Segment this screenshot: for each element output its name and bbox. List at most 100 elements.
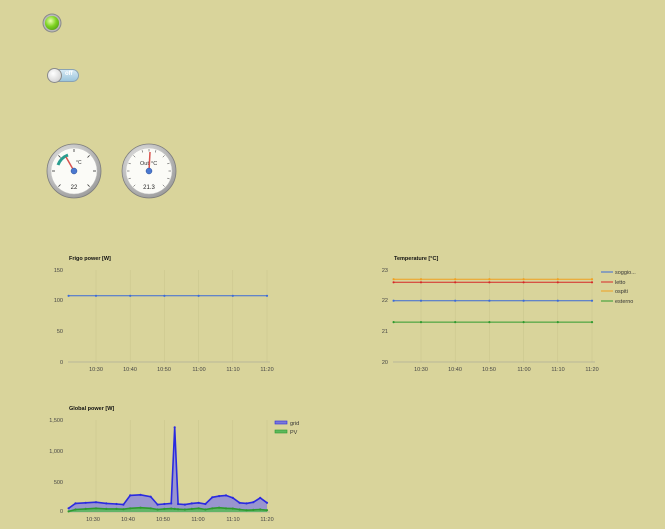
y-tick-label: 0 bbox=[60, 509, 63, 515]
data-point bbox=[211, 496, 214, 499]
y-tick-label: 23 bbox=[382, 268, 388, 274]
data-point bbox=[590, 299, 594, 302]
data-point bbox=[238, 508, 241, 511]
series-area bbox=[68, 427, 267, 512]
y-tick-label: 500 bbox=[54, 480, 63, 486]
data-point bbox=[84, 501, 87, 504]
legend: soggio... letto ospiti esterno bbox=[601, 270, 636, 305]
gauge-value: 21.3 bbox=[143, 185, 155, 191]
chart-title: Temperature [°C] bbox=[394, 256, 438, 262]
data-point bbox=[94, 507, 98, 510]
power-toggle-switch[interactable]: off bbox=[47, 68, 79, 83]
data-point bbox=[231, 507, 234, 510]
data-point bbox=[156, 503, 159, 506]
x-tick-label: 10:40 bbox=[123, 367, 137, 373]
y-axis-labels: 1,500 1,000 500 0 bbox=[49, 418, 63, 515]
data-point bbox=[419, 278, 423, 281]
data-point bbox=[522, 321, 525, 324]
data-point bbox=[488, 321, 491, 324]
data-point bbox=[204, 502, 207, 506]
data-point bbox=[224, 507, 228, 510]
y-axis-labels: 23 22 21 20 bbox=[382, 268, 388, 366]
data-point bbox=[67, 294, 70, 297]
data-point bbox=[224, 494, 228, 497]
y-tick-label: 100 bbox=[54, 298, 63, 304]
data-point bbox=[392, 281, 395, 284]
x-tick-label: 11:00 bbox=[192, 367, 205, 373]
y-tick-label: 150 bbox=[54, 268, 63, 274]
data-point bbox=[590, 278, 594, 281]
toggle-knob[interactable] bbox=[47, 68, 62, 83]
toggle-state-label: off bbox=[65, 71, 73, 77]
x-tick-label: 11:10 bbox=[226, 517, 239, 523]
x-tick-label: 11:20 bbox=[260, 517, 273, 523]
x-tick-label: 10:50 bbox=[156, 517, 170, 523]
data-point bbox=[156, 508, 159, 511]
x-tick-label: 10:40 bbox=[448, 367, 462, 373]
data-point bbox=[170, 502, 173, 505]
data-point bbox=[392, 278, 395, 281]
data-point bbox=[231, 294, 234, 297]
gauge-label: Out bbox=[140, 161, 149, 167]
data-point bbox=[454, 321, 457, 324]
data-point bbox=[590, 321, 594, 324]
data-point bbox=[115, 507, 118, 510]
data-point bbox=[170, 507, 173, 510]
legend-swatch bbox=[274, 420, 288, 425]
data-point bbox=[454, 278, 457, 281]
gauge-value: 22 bbox=[71, 185, 78, 191]
data-point bbox=[218, 495, 221, 498]
legend: grid PV bbox=[274, 420, 299, 436]
data-point bbox=[556, 321, 559, 324]
data-point bbox=[190, 502, 193, 505]
data-point bbox=[419, 299, 423, 302]
status-led bbox=[45, 16, 59, 30]
y-tick-label: 20 bbox=[382, 360, 388, 366]
data-point bbox=[419, 281, 423, 284]
x-tick-label: 11:00 bbox=[517, 367, 530, 373]
chart-title: Global power [W] bbox=[69, 406, 114, 412]
plot-area bbox=[67, 270, 270, 363]
data-point bbox=[231, 496, 234, 499]
data-point bbox=[105, 507, 108, 510]
data-point bbox=[204, 508, 207, 511]
data-point bbox=[177, 502, 180, 506]
data-point bbox=[522, 278, 525, 281]
temperature-chart: Temperature [°C] 23 22 21 20 10:30 10:40… bbox=[382, 256, 636, 373]
data-point bbox=[488, 281, 491, 284]
x-axis-labels: 10:30 10:40 10:50 11:00 11:10 11:20 bbox=[86, 517, 274, 523]
data-point bbox=[94, 501, 98, 504]
data-point bbox=[163, 294, 166, 297]
data-point bbox=[139, 506, 142, 509]
y-tick-label: 21 bbox=[382, 329, 388, 335]
x-tick-label: 10:50 bbox=[482, 367, 496, 373]
series-line bbox=[68, 427, 268, 509]
data-point bbox=[454, 299, 457, 302]
data-point bbox=[183, 503, 186, 506]
plot-area bbox=[392, 270, 595, 363]
data-point bbox=[245, 509, 248, 512]
data-point bbox=[590, 281, 594, 284]
x-tick-label: 10:40 bbox=[121, 517, 135, 523]
legend-label[interactable]: letto bbox=[615, 280, 625, 286]
data-point bbox=[245, 502, 248, 505]
chart-title: Frigo power [W] bbox=[69, 256, 111, 262]
data-point bbox=[67, 510, 70, 513]
y-tick-label: 22 bbox=[382, 298, 388, 304]
x-tick-label: 10:30 bbox=[414, 367, 428, 373]
x-tick-label: 11:10 bbox=[226, 367, 239, 373]
data-point bbox=[488, 299, 491, 302]
y-axis-labels: 150 100 50 0 bbox=[54, 268, 63, 366]
legend-label[interactable]: PV bbox=[290, 430, 298, 436]
x-tick-label: 11:20 bbox=[260, 367, 273, 373]
legend-label[interactable]: esterno bbox=[615, 299, 633, 305]
legend-label[interactable]: soggio... bbox=[615, 270, 636, 276]
data-point bbox=[173, 426, 176, 429]
legend-label[interactable]: ospiti bbox=[615, 289, 628, 295]
data-point bbox=[163, 502, 166, 506]
legend-label[interactable]: grid bbox=[290, 421, 299, 427]
x-tick-label: 10:30 bbox=[89, 367, 103, 373]
data-point bbox=[265, 294, 269, 297]
indoor-temperature-gauge: °C 22 bbox=[46, 143, 102, 199]
data-point bbox=[259, 508, 262, 511]
